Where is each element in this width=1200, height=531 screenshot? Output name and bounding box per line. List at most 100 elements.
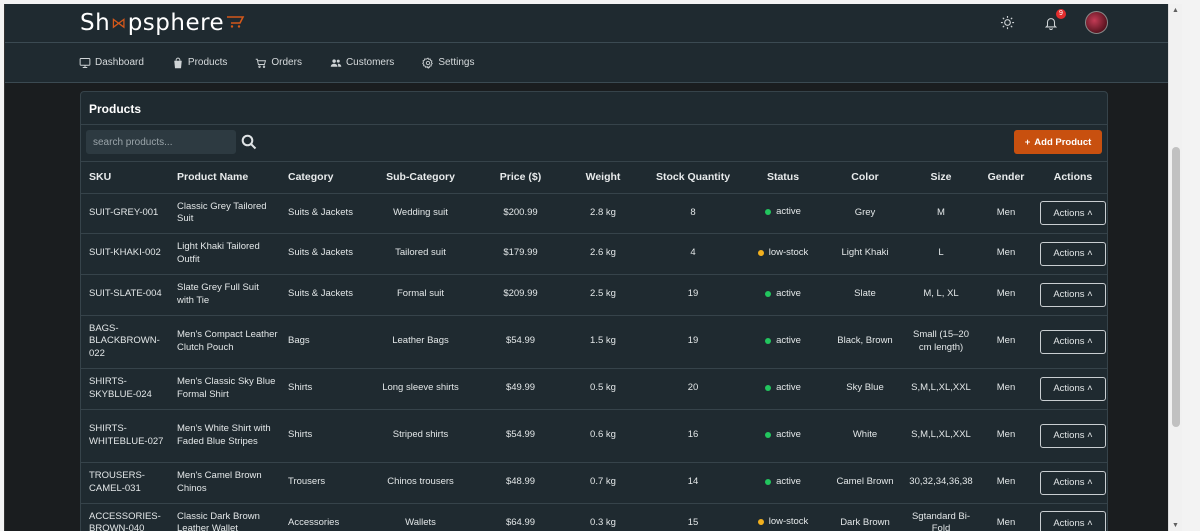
product-name-cell: Men's Camel Brown Chinos: [169, 462, 280, 504]
actions-button[interactable]: Actions ˄: [1040, 470, 1106, 495]
actions-cell: Actions ˄: [1037, 462, 1107, 504]
scroll-up-arrow-icon[interactable]: ▲: [1172, 7, 1179, 14]
status-cell: active: [743, 315, 823, 369]
sku-cell: BAGS-BLACKBROWN-022: [81, 315, 169, 369]
scrollbar-thumb[interactable]: [1172, 147, 1180, 427]
actions-button[interactable]: Actions ˄: [1040, 241, 1106, 266]
col-gender[interactable]: Gender: [975, 162, 1037, 194]
nav-dashboard[interactable]: Dashboard: [79, 57, 144, 69]
col-price[interactable]: Price ($): [478, 162, 563, 194]
table-header-row: SKU Product Name Category Sub-Category P…: [81, 162, 1107, 194]
actions-cell: Actions ˄: [1037, 368, 1107, 410]
weight-cell: 2.6 kg: [563, 233, 643, 275]
size-cell: S,M,L,XL,XXL: [907, 368, 975, 410]
color-cell: Sky Blue: [823, 368, 907, 410]
col-status[interactable]: Status: [743, 162, 823, 194]
sub-category-cell: Long sleeve shirts: [363, 368, 478, 410]
price-cell: $200.99: [478, 193, 563, 234]
table-row: BAGS-BLACKBROWN-022 Men's Compact Leather…: [81, 315, 1107, 369]
notification-bell-icon[interactable]: 9: [1041, 8, 1066, 33]
product-name-cell: Men's Compact Leather Clutch Pouch: [169, 315, 280, 369]
price-cell: $54.99: [478, 315, 563, 369]
nav-products[interactable]: Products: [172, 57, 227, 69]
nav-products-label: Products: [187, 57, 228, 68]
search-input[interactable]: [86, 130, 236, 154]
col-sub-category[interactable]: Sub-Category: [363, 162, 478, 194]
scroll-down-arrow-icon[interactable]: ▼: [1172, 522, 1179, 529]
actions-cell: Actions ˄: [1037, 315, 1107, 369]
category-cell: Suits & Jackets: [280, 233, 363, 275]
actions-button[interactable]: Actions ˄: [1040, 282, 1106, 307]
price-cell: $209.99: [478, 274, 563, 316]
price-cell: $48.99: [478, 462, 563, 504]
stock-cell: 19: [643, 315, 743, 369]
category-cell: Shirts: [280, 368, 363, 410]
status-cell: low-stock: [743, 503, 823, 531]
gender-cell: Men: [975, 233, 1037, 275]
col-category[interactable]: Category: [280, 162, 363, 194]
stock-cell: 20: [643, 368, 743, 410]
actions-button[interactable]: Actions ˄: [1040, 376, 1106, 401]
sku-cell: SUIT-GREY-001: [81, 193, 169, 234]
status-dot-icon: [765, 290, 772, 297]
add-product-button[interactable]: + Add Product: [1014, 130, 1102, 154]
product-name-cell: Classic Grey Tailored Suit: [169, 193, 280, 234]
monitor-icon: [79, 57, 91, 68]
col-weight[interactable]: Weight: [563, 162, 643, 194]
add-product-label: Add Product: [1034, 136, 1092, 148]
col-sku[interactable]: SKU: [81, 162, 169, 194]
top-bar: Sh ⋈ psphere 9: [5, 4, 1182, 42]
nav-orders[interactable]: Orders: [255, 57, 302, 69]
price-cell: $64.99: [478, 503, 563, 531]
col-color[interactable]: Color: [823, 162, 907, 194]
stock-cell: 15: [643, 503, 743, 531]
actions-button[interactable]: Actions ˄: [1040, 201, 1106, 225]
sub-category-cell: Leather Bags: [363, 315, 478, 369]
weight-cell: 0.5 kg: [563, 368, 643, 410]
nav-orders-label: Orders: [271, 57, 302, 68]
logo-cart-icon: [226, 14, 246, 33]
sub-category-cell: Wallets: [363, 503, 478, 531]
gender-cell: Men: [975, 193, 1037, 234]
sub-category-cell: Chinos trousers: [363, 462, 478, 504]
weight-cell: 2.5 kg: [563, 274, 643, 316]
status-text: active: [776, 428, 801, 440]
nav-customers[interactable]: Customers: [330, 57, 394, 69]
col-product-name[interactable]: Product Name: [169, 162, 280, 194]
bowtie-icon: ⋈: [111, 14, 127, 32]
stock-cell: 19: [643, 274, 743, 316]
sub-category-cell: Tailored suit: [363, 233, 478, 275]
size-cell: Small (15–20 cm length): [907, 315, 975, 369]
category-cell: Suits & Jackets: [280, 274, 363, 316]
logo-text-left: Sh: [80, 10, 111, 36]
user-avatar[interactable]: [1085, 11, 1108, 34]
logo[interactable]: Sh ⋈ psphere: [80, 10, 246, 36]
gear-icon: [422, 57, 434, 69]
page-scrollbar[interactable]: ▲ ▼: [1168, 4, 1182, 531]
size-cell: Sgtandard Bi-Fold: [907, 503, 975, 531]
stock-cell: 8: [643, 193, 743, 234]
actions-button[interactable]: Actions ˄: [1040, 511, 1106, 531]
status-text: active: [776, 287, 801, 299]
sku-cell: TROUSERS-CAMEL-031: [81, 462, 169, 504]
actions-button[interactable]: Actions ˄: [1040, 423, 1106, 448]
category-cell: Trousers: [280, 462, 363, 504]
product-name-cell: Light Khaki Tailored Outfit: [169, 233, 280, 275]
col-stock[interactable]: Stock Quantity: [643, 162, 743, 194]
actions-button[interactable]: Actions ˄: [1040, 329, 1106, 354]
logo-text-right: psphere: [127, 10, 225, 36]
color-cell: Light Khaki: [823, 233, 907, 275]
gender-cell: Men: [975, 462, 1037, 504]
nav-settings[interactable]: Settings: [422, 57, 474, 69]
table-row: ACCESSORIES-BROWN-040 Classic Dark Brown …: [81, 503, 1107, 531]
theme-toggle-sun-icon[interactable]: [997, 13, 1017, 33]
gender-cell: Men: [975, 315, 1037, 369]
category-cell: Suits & Jackets: [280, 193, 363, 234]
search-icon[interactable]: [241, 134, 257, 155]
price-cell: $179.99: [478, 233, 563, 275]
nav-customers-label: Customers: [345, 57, 395, 68]
status-dot-icon: [765, 337, 772, 344]
col-size[interactable]: Size: [907, 162, 975, 194]
actions-cell: Actions ˄: [1037, 274, 1107, 316]
sku-cell: SUIT-SLATE-004: [81, 274, 169, 316]
